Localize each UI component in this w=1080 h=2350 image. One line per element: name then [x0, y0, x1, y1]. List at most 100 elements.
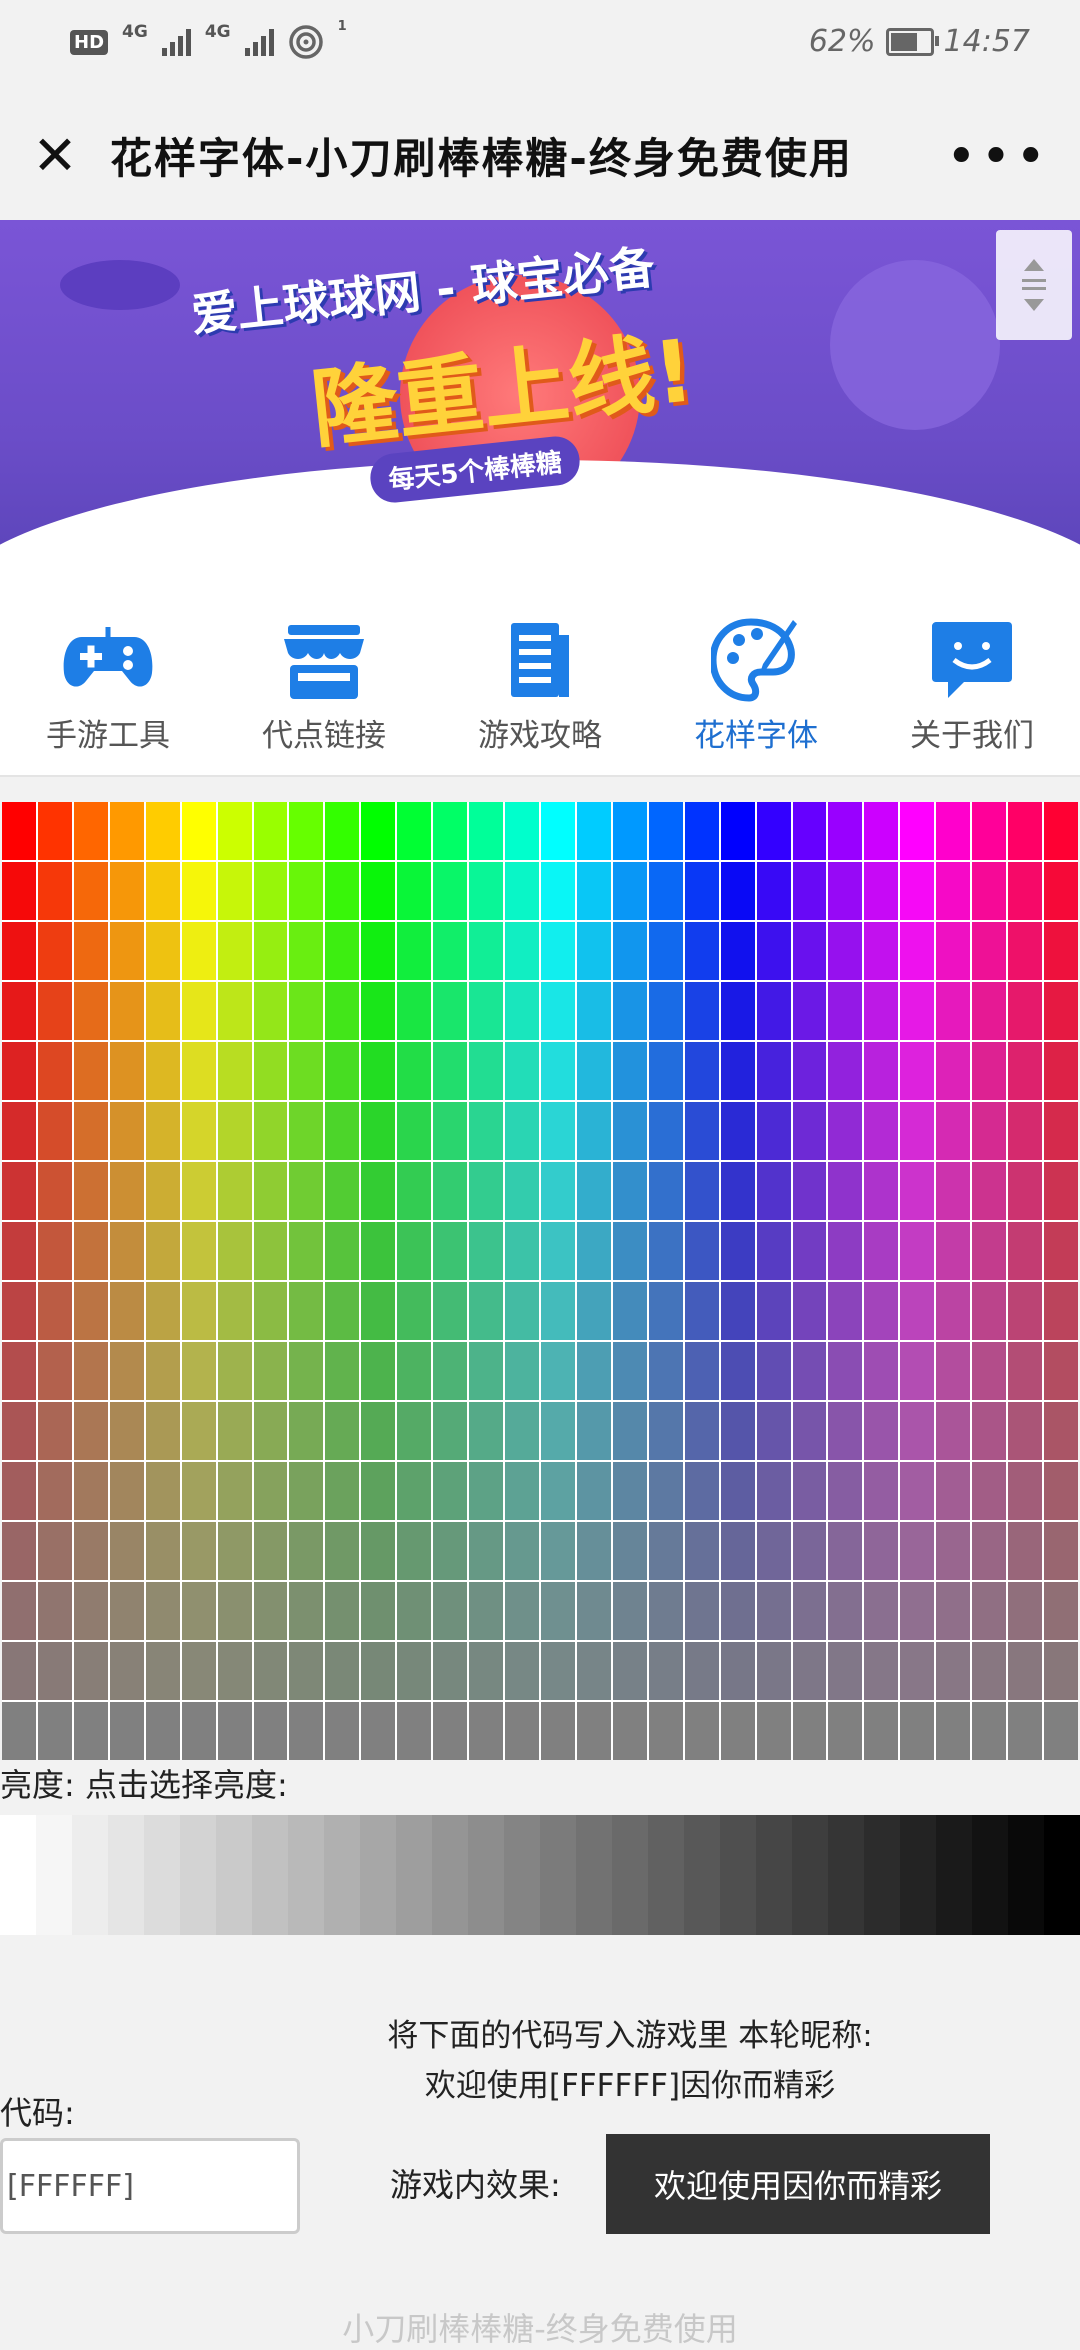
color-swatch[interactable]: [253, 922, 288, 980]
color-swatch[interactable]: [253, 1282, 288, 1340]
color-swatch[interactable]: [648, 1642, 683, 1700]
color-swatch[interactable]: [361, 1342, 396, 1400]
color-swatch[interactable]: [576, 1162, 611, 1220]
color-swatch[interactable]: [325, 1162, 360, 1220]
color-swatch[interactable]: [109, 1222, 144, 1280]
color-swatch[interactable]: [864, 1702, 899, 1760]
color-swatch[interactable]: [1044, 1222, 1078, 1280]
color-swatch[interactable]: [289, 1522, 324, 1580]
color-swatch[interactable]: [73, 1462, 108, 1520]
color-swatch[interactable]: [792, 982, 827, 1040]
color-swatch[interactable]: [612, 802, 647, 860]
color-swatch[interactable]: [1044, 1282, 1078, 1340]
color-swatch[interactable]: [2, 1162, 36, 1220]
brightness-step[interactable]: [648, 1815, 684, 1935]
color-swatch[interactable]: [289, 922, 324, 980]
color-swatch[interactable]: [469, 802, 504, 860]
more-icon[interactable]: •••: [946, 127, 1050, 187]
color-swatch[interactable]: [936, 982, 971, 1040]
color-swatch[interactable]: [612, 1642, 647, 1700]
promo-banner[interactable]: 爱上球球网 - 球宝必备 隆重上线! 每天5个棒棒糖: [0, 220, 1080, 580]
color-swatch[interactable]: [936, 1042, 971, 1100]
color-swatch[interactable]: [397, 982, 432, 1040]
color-swatch[interactable]: [217, 1042, 252, 1100]
color-swatch[interactable]: [73, 1282, 108, 1340]
scroll-handle-icon[interactable]: [996, 230, 1072, 340]
color-swatch[interactable]: [972, 1642, 1007, 1700]
color-swatch[interactable]: [73, 1222, 108, 1280]
brightness-step[interactable]: [216, 1815, 252, 1935]
color-swatch[interactable]: [145, 982, 180, 1040]
color-swatch[interactable]: [217, 1582, 252, 1640]
color-swatch[interactable]: [73, 982, 108, 1040]
color-swatch[interactable]: [900, 1282, 935, 1340]
color-swatch[interactable]: [2, 1102, 36, 1160]
color-swatch[interactable]: [792, 1162, 827, 1220]
brightness-step[interactable]: [72, 1815, 108, 1935]
brightness-step[interactable]: [936, 1815, 972, 1935]
color-swatch[interactable]: [2, 1222, 36, 1280]
color-swatch[interactable]: [325, 1042, 360, 1100]
color-swatch[interactable]: [792, 1102, 827, 1160]
close-icon[interactable]: ✕: [30, 129, 80, 183]
color-swatch[interactable]: [576, 1102, 611, 1160]
color-swatch[interactable]: [648, 1042, 683, 1100]
color-swatch[interactable]: [972, 1462, 1007, 1520]
color-swatch[interactable]: [325, 1222, 360, 1280]
color-swatch[interactable]: [325, 1522, 360, 1580]
color-swatch[interactable]: [433, 1582, 468, 1640]
color-swatch[interactable]: [2, 802, 36, 860]
color-swatch[interactable]: [73, 1522, 108, 1580]
color-swatch[interactable]: [145, 1702, 180, 1760]
color-swatch[interactable]: [756, 1702, 791, 1760]
color-swatch[interactable]: [541, 1222, 575, 1280]
color-swatch[interactable]: [109, 1162, 144, 1220]
color-swatch[interactable]: [541, 1042, 575, 1100]
color-swatch[interactable]: [2, 1522, 36, 1580]
brightness-step[interactable]: [684, 1815, 720, 1935]
color-swatch[interactable]: [433, 862, 468, 920]
brightness-step[interactable]: [252, 1815, 288, 1935]
color-swatch[interactable]: [1044, 1042, 1078, 1100]
color-swatch[interactable]: [37, 1702, 72, 1760]
color-swatch[interactable]: [828, 1642, 863, 1700]
color-swatch[interactable]: [864, 1222, 899, 1280]
color-swatch[interactable]: [576, 862, 611, 920]
color-swatch[interactable]: [289, 982, 324, 1040]
color-swatch[interactable]: [433, 1222, 468, 1280]
color-swatch[interactable]: [253, 1402, 288, 1460]
color-swatch[interactable]: [936, 1162, 971, 1220]
brightness-step[interactable]: [1008, 1815, 1044, 1935]
color-swatch[interactable]: [756, 802, 791, 860]
color-swatch[interactable]: [541, 1402, 575, 1460]
color-swatch[interactable]: [37, 1642, 72, 1700]
color-swatch[interactable]: [181, 802, 216, 860]
color-swatch[interactable]: [576, 922, 611, 980]
nav-item-fancy-fonts[interactable]: 花样字体: [648, 580, 864, 775]
color-swatch[interactable]: [541, 1522, 575, 1580]
color-swatch[interactable]: [253, 982, 288, 1040]
color-swatch[interactable]: [541, 982, 575, 1040]
color-swatch[interactable]: [1044, 1102, 1078, 1160]
color-swatch[interactable]: [37, 1522, 72, 1580]
color-swatch[interactable]: [864, 1402, 899, 1460]
color-swatch[interactable]: [756, 1042, 791, 1100]
color-swatch[interactable]: [73, 1102, 108, 1160]
color-swatch[interactable]: [253, 1162, 288, 1220]
color-swatch[interactable]: [289, 1042, 324, 1100]
color-swatch[interactable]: [433, 982, 468, 1040]
color-swatch[interactable]: [936, 1522, 971, 1580]
color-swatch[interactable]: [397, 1702, 432, 1760]
brightness-step[interactable]: [792, 1815, 828, 1935]
color-swatch[interactable]: [109, 1702, 144, 1760]
color-swatch[interactable]: [828, 1222, 863, 1280]
color-swatch[interactable]: [1008, 802, 1043, 860]
color-swatch[interactable]: [361, 1642, 396, 1700]
color-swatch[interactable]: [325, 1402, 360, 1460]
brightness-step[interactable]: [972, 1815, 1008, 1935]
color-swatch[interactable]: [541, 1462, 575, 1520]
color-swatch[interactable]: [325, 1582, 360, 1640]
color-swatch[interactable]: [37, 922, 72, 980]
color-swatch[interactable]: [756, 1462, 791, 1520]
color-swatch[interactable]: [684, 862, 719, 920]
